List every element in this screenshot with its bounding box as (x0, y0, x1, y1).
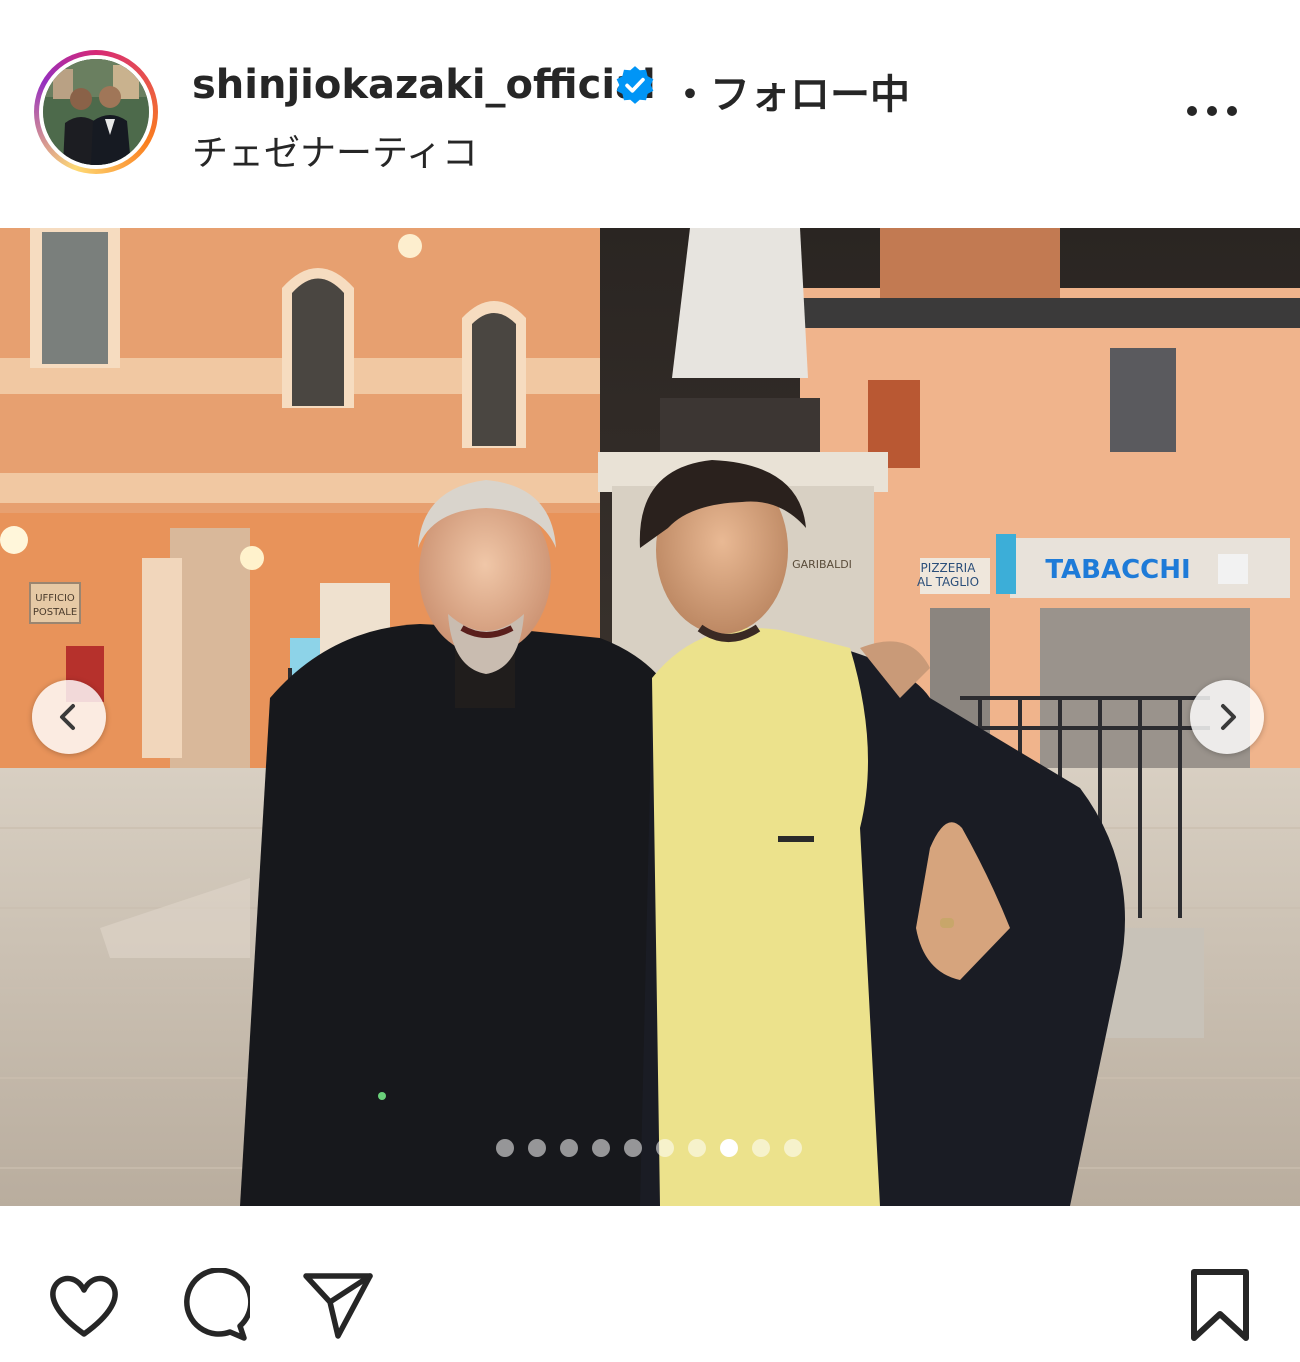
story-ring[interactable] (34, 50, 158, 174)
heart-icon[interactable] (46, 1268, 122, 1344)
username[interactable]: shinjiokazaki_official (192, 62, 656, 108)
separator-dot: ・ (670, 72, 710, 118)
carousel-dot (528, 1139, 546, 1157)
action-bar (0, 1206, 1300, 1362)
following-button[interactable]: フォロー中 (710, 62, 910, 120)
verified-badge-icon (616, 66, 654, 104)
comment-icon[interactable] (174, 1268, 250, 1344)
monument-inscription: GARIBALDI (792, 558, 852, 571)
carousel-dot (592, 1139, 610, 1157)
avatar[interactable] (43, 59, 149, 165)
carousel-dot-active (720, 1139, 738, 1157)
send-icon[interactable] (300, 1268, 376, 1344)
post-office-sign-line2: POSTALE (33, 607, 77, 618)
carousel-dot (560, 1139, 578, 1157)
photo-scene: UFFICIO POSTALE TABACCHI PIZZERIA AL TAG… (0, 228, 1300, 1206)
bookmark-icon[interactable] (1182, 1268, 1258, 1344)
carousel-dot (752, 1139, 770, 1157)
more-options-icon[interactable] (1184, 96, 1240, 126)
carousel-prev-button[interactable] (32, 680, 106, 754)
pizzeria-sign-line2: AL TAGLIO (917, 575, 979, 589)
carousel-dot (656, 1139, 674, 1157)
post-office-sign-line1: UFFICIO (35, 593, 75, 604)
carousel-dot (784, 1139, 802, 1157)
instagram-post: shinjiokazaki_official ・ フォロー中 チェゼナーティコ (0, 0, 1300, 1362)
pizzeria-sign-line1: PIZZERIA (921, 561, 977, 575)
chevron-left-icon (60, 704, 75, 730)
avatar-image (43, 59, 149, 165)
carousel-dot (496, 1139, 514, 1157)
location-link[interactable]: チェゼナーティコ (192, 124, 478, 176)
chevron-right-icon (1221, 704, 1236, 730)
post-header: shinjiokazaki_official ・ フォロー中 チェゼナーティコ (0, 0, 1300, 228)
carousel-next-button[interactable] (1190, 680, 1264, 754)
carousel-dot (624, 1139, 642, 1157)
tabacchi-sign: TABACCHI (1045, 555, 1190, 585)
carousel-dot (688, 1139, 706, 1157)
post-photo[interactable]: UFFICIO POSTALE TABACCHI PIZZERIA AL TAG… (0, 228, 1300, 1206)
